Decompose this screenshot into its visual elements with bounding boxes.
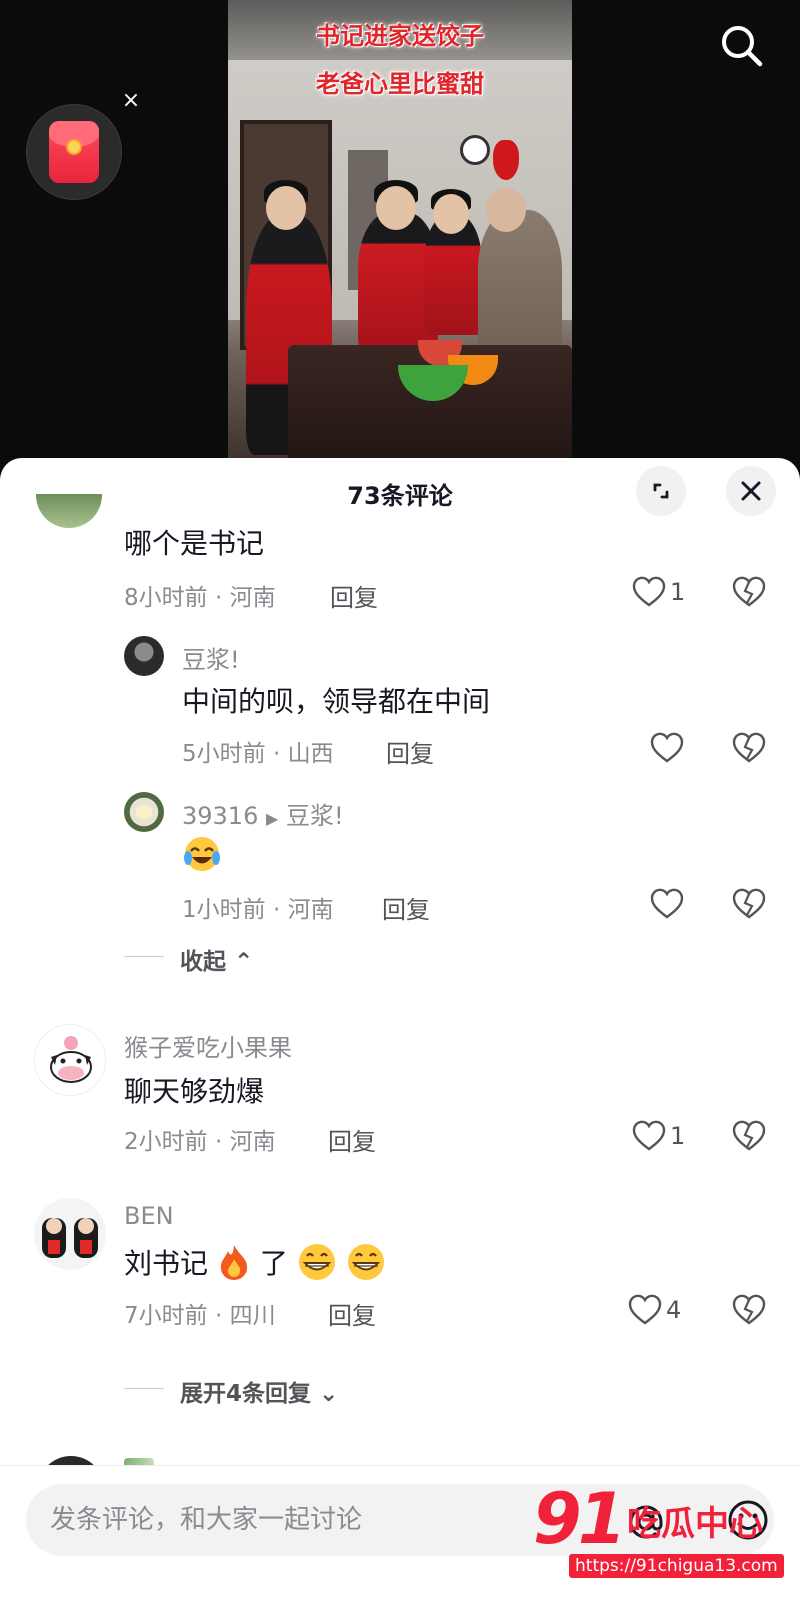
- like-icon[interactable]: [650, 888, 684, 920]
- dislike-icon[interactable]: [732, 732, 766, 764]
- watermark-url: https://91chigua13.com: [569, 1554, 784, 1578]
- comment-meta: 5小时前 · 山西: [182, 734, 334, 768]
- comment-time: 7小时前: [124, 1303, 208, 1329]
- comment-time: 2小时前: [124, 1129, 208, 1155]
- dislike-icon[interactable]: [732, 888, 766, 920]
- video-scene-lantern: [493, 140, 519, 180]
- reply-button[interactable]: 回复: [386, 734, 434, 769]
- video-caption: 书记进家送饺子: [316, 21, 484, 50]
- comment-text-suffix: 了: [259, 1247, 288, 1280]
- meta-separator: ·: [272, 741, 281, 767]
- commenter-name[interactable]: BEN: [124, 1202, 174, 1230]
- grinning-emoji: [347, 1244, 384, 1280]
- meta-separator: ·: [272, 897, 281, 923]
- divider: [124, 1388, 164, 1389]
- avatar[interactable]: [124, 792, 164, 832]
- comment-time: 1小时前: [182, 897, 266, 923]
- video-frame: 书记进家送饺子 老爸心里比蜜甜: [228, 0, 572, 470]
- commenter-name[interactable]: 猴子爱吃小果果: [124, 1028, 292, 1063]
- comment-meta: 8小时前 · 河南: [124, 578, 276, 612]
- expand-icon[interactable]: [636, 466, 686, 516]
- video-person-head: [376, 186, 416, 230]
- avatar[interactable]: [124, 636, 164, 676]
- comment-text: 聊天够劲爆: [124, 1075, 265, 1108]
- laughing-crying-emoji: [182, 834, 222, 874]
- watermark-number: 91: [533, 1478, 626, 1560]
- comment-text: 哪个是书记: [124, 527, 265, 560]
- like-count: 1: [670, 1122, 686, 1150]
- comment-text: 中间的呗，领导都在中间: [182, 685, 491, 718]
- grinning-emoji: [298, 1244, 335, 1280]
- collapse-replies-button[interactable]: 收起 ⌃: [180, 942, 253, 976]
- like-count: 1: [670, 578, 686, 606]
- dislike-icon[interactable]: [732, 1120, 766, 1152]
- video-person-head: [433, 194, 469, 234]
- commenter-name[interactable]: 豆浆!: [182, 640, 240, 675]
- reply-button[interactable]: 回复: [330, 578, 378, 613]
- commenter-name[interactable]: 39316 ▶ 豆浆!: [182, 796, 344, 831]
- like-icon[interactable]: [650, 732, 684, 764]
- dislike-icon[interactable]: [732, 576, 766, 608]
- avatar[interactable]: [36, 494, 102, 528]
- reply-button[interactable]: 回复: [328, 1296, 376, 1331]
- meta-separator: ·: [214, 585, 223, 611]
- reply-target-name: 豆浆!: [285, 802, 344, 830]
- comment-location: 河南: [287, 897, 334, 923]
- meta-separator: ·: [214, 1129, 223, 1155]
- reply-button[interactable]: 回复: [382, 890, 430, 925]
- comment-location: 山西: [287, 741, 334, 767]
- video-person-head: [486, 188, 526, 232]
- comment-text: 刘书记 了: [124, 1242, 386, 1286]
- like-icon[interactable]: [632, 1120, 666, 1152]
- collapse-label: 收起: [180, 949, 226, 975]
- comment-input[interactable]: [50, 1484, 520, 1556]
- red-envelope-coin: [66, 139, 82, 155]
- expand-replies-button[interactable]: 展开4条回复 ⌄: [180, 1374, 338, 1408]
- divider: [124, 956, 164, 957]
- watermark-logo: 91 吃瓜中心 https://91chigua13.com: [533, 1478, 795, 1582]
- comment-time: 8小时前: [124, 585, 208, 611]
- reply-button[interactable]: 回复: [328, 1122, 376, 1157]
- commenter-name-text: 39316: [182, 802, 259, 830]
- video-caption: 老爸心里比蜜甜: [316, 69, 484, 98]
- dislike-icon[interactable]: [732, 1294, 766, 1326]
- like-icon[interactable]: [632, 576, 666, 608]
- red-envelope-close-icon[interactable]: ×: [120, 90, 142, 112]
- video-scene-clock: [460, 135, 490, 165]
- video-person: [478, 210, 562, 360]
- comment-meta: 7小时前 · 四川: [124, 1296, 276, 1330]
- avatar[interactable]: [34, 1024, 106, 1096]
- chevron-down-icon: ⌄: [319, 1381, 339, 1407]
- comment-location: 四川: [229, 1303, 276, 1329]
- like-icon[interactable]: [628, 1294, 662, 1326]
- chevron-up-icon: ⌃: [234, 949, 254, 975]
- search-icon[interactable]: [716, 20, 768, 72]
- video-player[interactable]: 书记进家送饺子 老爸心里比蜜甜 ×: [0, 0, 800, 470]
- watermark-brand: 吃瓜中心: [627, 1504, 763, 1544]
- close-icon[interactable]: [726, 466, 776, 516]
- red-envelope-button[interactable]: [26, 104, 122, 200]
- reply-arrow-icon: ▶: [266, 809, 279, 828]
- expand-replies-label: 展开4条回复: [180, 1381, 312, 1407]
- video-person-head: [266, 186, 306, 230]
- comment-text-main: 刘书记: [124, 1247, 209, 1280]
- avatar[interactable]: [34, 1198, 106, 1270]
- red-envelope-icon: [49, 121, 99, 183]
- comment-time: 5小时前: [182, 741, 266, 767]
- comment-meta: 2小时前 · 河南: [124, 1122, 276, 1156]
- comment-sheet: 73条评论 哪个是书记 8小时前 · 河南 回复 1 豆浆! 中间的呗，领导都在…: [0, 458, 800, 1597]
- comment-meta: 1小时前 · 河南: [182, 890, 334, 924]
- meta-separator: ·: [214, 1303, 223, 1329]
- comment-location: 河南: [229, 585, 276, 611]
- fire-emoji: [220, 1245, 247, 1280]
- comment-location: 河南: [229, 1129, 276, 1155]
- like-count: 4: [666, 1296, 682, 1324]
